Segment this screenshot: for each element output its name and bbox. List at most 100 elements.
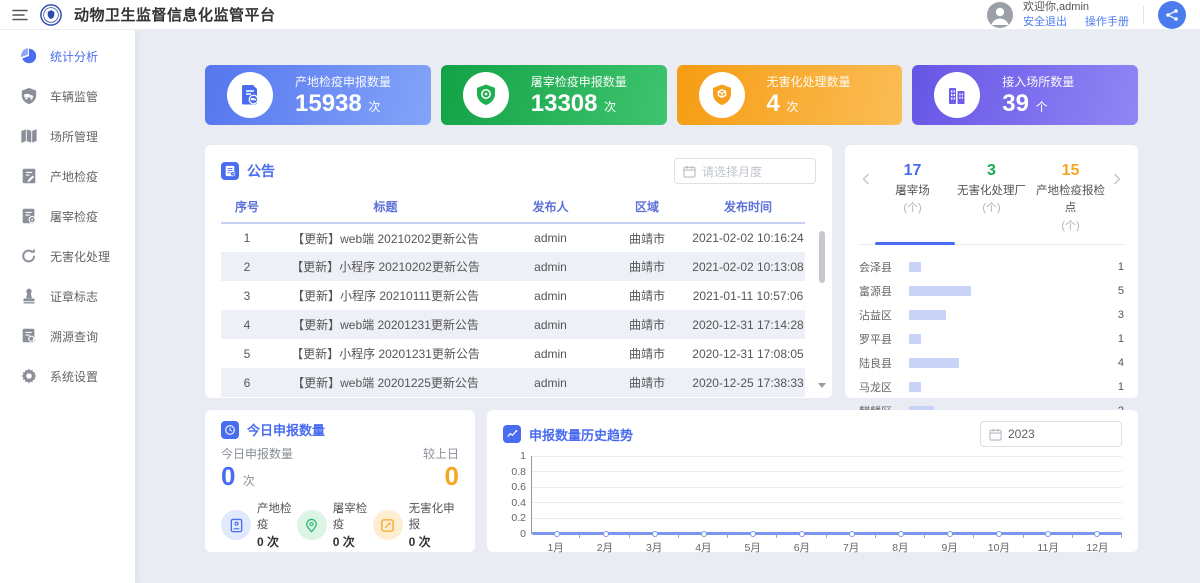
document-pen-icon — [20, 167, 38, 185]
x-tick-label: 8月 — [876, 538, 925, 555]
year-picker-value: 2023 — [1008, 427, 1035, 441]
y-tick-label: 0 — [520, 528, 526, 540]
cell-index: 4 — [221, 310, 273, 339]
top-header: 动物卫生监督信息化监管平台 欢迎你,admin 安全退出 操作手册 — [0, 0, 1200, 30]
table-row: 6【更新】web端 20201225更新公告admin曲靖市2020-12-25… — [221, 368, 805, 397]
sidebar-item-origin-quarantine[interactable]: 产地检疫 — [0, 156, 135, 196]
gridline — [532, 518, 1122, 519]
sidebar-item-label: 系统设置 — [50, 368, 98, 385]
cell-index: 2 — [221, 252, 273, 281]
table-row: 4【更新】web端 20201231更新公告admin曲靖市2020-12-31… — [221, 310, 805, 339]
cell-publisher: admin — [498, 223, 603, 252]
bar-category: 沾益区 — [859, 307, 901, 323]
calendar-icon — [989, 428, 1002, 441]
sidebar-item-certificates[interactable]: 证章标志 — [0, 276, 135, 316]
region-bar-chart: 会泽县 1 富源县 5 沾益区 3 罗平县 — [859, 255, 1124, 423]
active-tab-underline — [875, 242, 955, 245]
sidebar-item-premises[interactable]: 场所管理 — [0, 116, 135, 156]
chevron-left-icon[interactable] — [859, 159, 873, 185]
cell-title: 【更新】web端 20201225更新公告 — [273, 368, 498, 397]
manual-link[interactable]: 操作手册 — [1085, 15, 1129, 29]
facility-tab-slaughterhouse[interactable]: 17 屠宰场 (个) — [873, 159, 952, 234]
sidebar-item-slaughter-quarantine[interactable]: 屠宰检疫 — [0, 196, 135, 236]
table-row: 5【更新】小程序 20201231更新公告admin曲靖市2020-12-31 … — [221, 339, 805, 368]
today-panel: 今日申报数量 今日申报数量 0 次 较上日 0 — [205, 410, 475, 552]
bar-track — [909, 382, 1100, 392]
sidebar-item-harmless-treatment[interactable]: 无害化处理 — [0, 236, 135, 276]
sidebar-item-label: 统计分析 — [50, 48, 98, 65]
today-item-slaughter: 屠宰检疫 0 次 — [297, 501, 373, 550]
sidebar-item-vehicle[interactable]: 车辆监管 — [0, 76, 135, 116]
trend-panel: 申报数量历史趋势 2023 1 0.8 0.6 0.4 — [487, 410, 1138, 552]
map-pin-icon — [297, 510, 327, 540]
stat-card-value: 39 — [1002, 90, 1029, 117]
avatar[interactable] — [987, 2, 1013, 28]
bar-category: 陆良县 — [859, 355, 901, 371]
bar-category: 马龙区 — [859, 379, 901, 395]
data-point — [849, 531, 855, 537]
chevron-right-icon[interactable] — [1110, 159, 1124, 185]
y-tick-label: 0.4 — [511, 497, 526, 509]
bar-value: 4 — [1108, 357, 1124, 369]
cell-publisher: admin — [498, 368, 603, 397]
x-tick-label: 1月 — [531, 538, 580, 555]
facility-tab-inspection-point[interactable]: 15 产地检疫报检点 (个) — [1031, 159, 1110, 234]
stat-card-unit: 次 — [604, 100, 616, 114]
stamp-icon — [20, 287, 38, 305]
share-button[interactable] — [1158, 1, 1186, 29]
facility-tab-harmless-plant[interactable]: 3 无害化处理厂 (个) — [952, 159, 1031, 234]
trend-title: 申报数量历史趋势 — [529, 425, 633, 444]
bar-row: 马龙区 1 — [859, 375, 1124, 399]
sidebar-item-traceability[interactable]: 溯源查询 — [0, 316, 135, 356]
facility-unit: (个) — [1031, 218, 1110, 235]
stat-card-label: 无害化处理数量 — [767, 73, 851, 90]
year-picker[interactable]: 2023 — [980, 421, 1122, 447]
sidebar-item-label: 无害化处理 — [50, 248, 110, 265]
cell-region: 曲靖市 — [603, 339, 691, 368]
stat-card-value: 13308 — [531, 90, 598, 117]
sidebar-item-label: 屠宰检疫 — [50, 208, 98, 225]
stat-cards: 产地检疫申报数量 15938 次 屠宰检疫申报数量 13308 次 无害化处 — [205, 65, 1138, 125]
announcements-panel: 公告 请选择月度 序号 标题 发布人 — [205, 145, 832, 398]
bar-track — [909, 286, 1100, 296]
x-tick-label: 9月 — [925, 538, 974, 555]
compare-label: 较上日 — [423, 445, 459, 462]
table-scrollbar[interactable] — [818, 231, 826, 388]
sidebar-item-settings[interactable]: 系统设置 — [0, 356, 135, 396]
scrollbar-thumb[interactable] — [819, 231, 825, 283]
welcome-text: 欢迎你,admin — [1023, 0, 1129, 14]
today-item-label: 无害化申报 — [409, 501, 459, 533]
stat-card-unit: 个 — [1036, 100, 1048, 114]
data-point — [701, 531, 707, 537]
document-badge-icon — [20, 207, 38, 225]
bar-value: 5 — [1108, 285, 1124, 297]
stat-card-connected-premises: 接入场所数量 39 个 — [912, 65, 1138, 125]
cell-time: 2021-02-02 10:16:24 — [691, 223, 805, 252]
column-header: 标题 — [273, 191, 498, 223]
x-tick-label: 10月 — [974, 538, 1023, 555]
data-point — [750, 531, 756, 537]
bar-row: 沾益区 3 — [859, 303, 1124, 327]
bar-fill — [909, 262, 921, 272]
x-tick-label: 11月 — [1024, 538, 1073, 555]
x-tick-label: 7月 — [827, 538, 876, 555]
bar-value: 1 — [1108, 333, 1124, 345]
x-axis-labels: 1月 2月 3月 4月 5月 6月 7月 8月 9月 10月 11月 12月 — [531, 538, 1122, 555]
hamburger-icon[interactable] — [12, 8, 28, 22]
data-point — [554, 531, 560, 537]
stat-card-unit: 次 — [368, 100, 380, 114]
gridline — [532, 502, 1122, 503]
stat-card-unit: 次 — [787, 100, 799, 114]
cell-time: 2021-02-02 10:13:08 — [691, 252, 805, 281]
logout-link[interactable]: 安全退出 — [1023, 15, 1067, 29]
sidebar-item-statistics[interactable]: 统计分析 — [0, 36, 135, 76]
cell-region: 曲靖市 — [603, 252, 691, 281]
scroll-down-arrow-icon[interactable] — [818, 383, 826, 388]
trace-search-icon — [20, 327, 38, 345]
buildings-icon — [934, 72, 980, 118]
month-picker[interactable]: 请选择月度 — [674, 158, 816, 184]
recycle-icon — [20, 247, 38, 265]
stat-card-label: 产地检疫申报数量 — [295, 73, 391, 90]
bar-category: 罗平县 — [859, 331, 901, 347]
bar-value: 1 — [1108, 261, 1124, 273]
